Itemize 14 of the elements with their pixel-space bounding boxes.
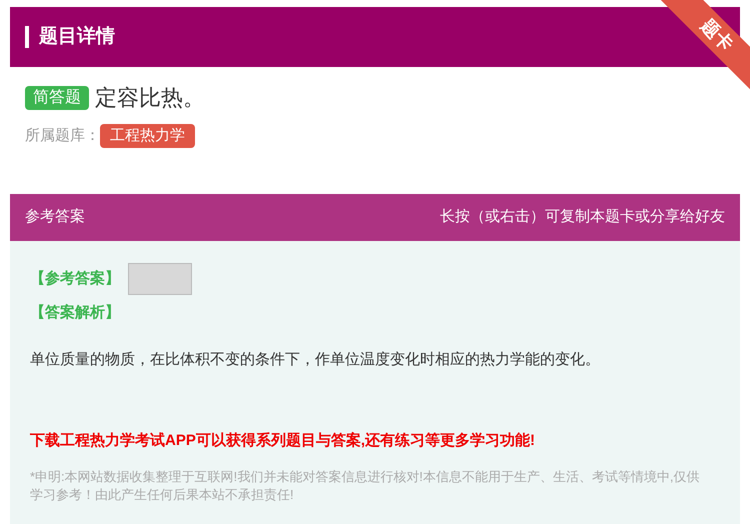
answer-section-title: 参考答案	[25, 207, 85, 228]
question-text: 定容比热。	[95, 84, 205, 112]
answer-label: 【参考答案】	[30, 268, 120, 289]
answer-image-placeholder	[128, 263, 192, 295]
share-hint: 长按（或右击）可复制本题卡或分享给好友	[440, 207, 725, 228]
analysis-text: 单位质量的物质，在比体积不变的条件下，作单位温度变化时相应的热力学能的变化。	[30, 350, 601, 370]
promo-text: 下载工程热力学考试APP可以获得系列题目与答案,还有练习等更多学习功能!	[30, 430, 536, 450]
analysis-label: 【答案解析】	[30, 304, 120, 321]
library-label: 所属题库：	[25, 126, 100, 146]
title-accent-bar	[25, 26, 29, 48]
library-tag[interactable]: 工程热力学	[100, 124, 195, 148]
disclaimer-text: *申明:本网站数据收集整理于互联网!我们并未能对答案信息进行核对!本信息不能用于生产、生活、考试等情境中,仅供学习参考！由此产生任何后果本站不承担责任!	[30, 468, 701, 504]
question-type-badge: 简答题	[25, 86, 89, 110]
page-title: 题目详情	[39, 24, 115, 49]
